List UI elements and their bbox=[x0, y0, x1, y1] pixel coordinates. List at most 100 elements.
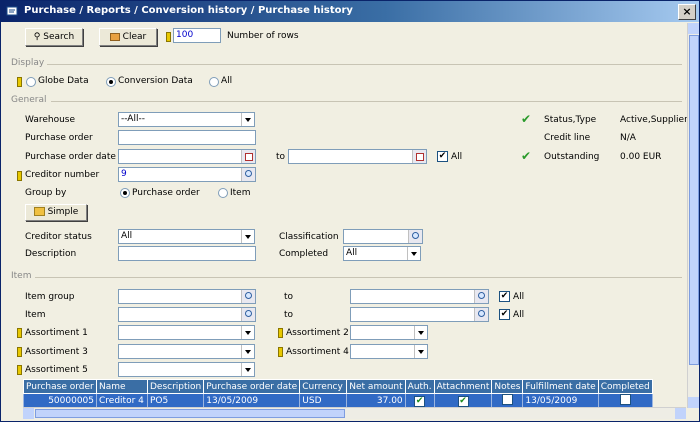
column-header[interactable]: Notes bbox=[491, 379, 524, 394]
radio-conversion-data[interactable] bbox=[106, 77, 116, 87]
po-date-all-checkbox[interactable]: ✔ bbox=[437, 151, 448, 162]
window-title: Purchase / Reports / Conversion history … bbox=[24, 5, 353, 16]
radio-all[interactable] bbox=[209, 77, 219, 87]
clear-button[interactable]: Clear bbox=[99, 28, 157, 46]
assortiment-3-label: Assortiment 3 bbox=[25, 347, 88, 357]
item-group-label: Item bbox=[11, 271, 32, 281]
description-input[interactable] bbox=[118, 246, 256, 261]
required-marker bbox=[166, 32, 171, 42]
required-marker bbox=[17, 328, 22, 338]
radio-group-purchase-order[interactable] bbox=[120, 188, 130, 198]
radio-group-item[interactable] bbox=[218, 188, 228, 198]
calendar-icon[interactable] bbox=[241, 150, 255, 163]
purchase-order-date-label: Purchase order date bbox=[25, 152, 116, 162]
warehouse-label: Warehouse bbox=[25, 115, 76, 125]
auth-checkbox[interactable]: ✔ bbox=[414, 395, 426, 407]
item-from-input[interactable] bbox=[118, 307, 256, 322]
required-marker bbox=[17, 77, 22, 87]
vertical-scrollbar[interactable] bbox=[687, 23, 699, 408]
column-header[interactable]: Currency bbox=[299, 379, 348, 394]
item-all-label: All bbox=[513, 310, 525, 320]
column-header[interactable]: Fulfillment date bbox=[522, 379, 599, 394]
po-date-from-input[interactable] bbox=[118, 149, 256, 164]
radio-all-label: All bbox=[221, 76, 233, 86]
chevron-down-icon bbox=[241, 345, 254, 358]
item-to-input[interactable] bbox=[350, 307, 489, 322]
classification-input[interactable] bbox=[343, 229, 423, 244]
column-header[interactable]: Completed bbox=[597, 379, 653, 394]
item-group-to-input[interactable] bbox=[350, 289, 489, 304]
column-header[interactable]: Auth. bbox=[404, 379, 435, 394]
search-icon[interactable] bbox=[408, 230, 422, 243]
display-group-label: Display bbox=[11, 58, 45, 68]
item-group-all-checkbox[interactable]: ✔ bbox=[499, 291, 510, 302]
required-marker bbox=[17, 171, 22, 181]
chevron-down-icon bbox=[241, 326, 254, 339]
horizontal-scrollbar[interactable] bbox=[23, 407, 686, 419]
column-header[interactable]: Net amount bbox=[346, 379, 406, 394]
credit-line-label: Credit line bbox=[544, 133, 591, 143]
search-icon[interactable] bbox=[474, 290, 488, 303]
search-icon[interactable] bbox=[474, 308, 488, 321]
column-header[interactable]: Purchase order date bbox=[203, 379, 301, 394]
status-type-value: Active,Supplier bbox=[620, 115, 688, 125]
notes-checkbox[interactable] bbox=[501, 394, 513, 405]
assortiment-3-select[interactable] bbox=[118, 344, 255, 359]
creditor-status-label: Creditor status bbox=[25, 232, 92, 242]
table-header-row: Purchase order Name Description Purchase… bbox=[23, 379, 653, 394]
assortiment-2-select[interactable] bbox=[350, 325, 428, 340]
checkmark-icon: ✔ bbox=[521, 149, 532, 163]
scroll-right-arrow[interactable] bbox=[675, 408, 686, 419]
general-group-label: General bbox=[11, 95, 47, 105]
to-label: to bbox=[276, 152, 286, 162]
to-label: to bbox=[284, 310, 294, 320]
item-group-field-label: Item group bbox=[25, 292, 75, 302]
divider bbox=[51, 101, 682, 102]
warehouse-select[interactable]: --All-- bbox=[118, 112, 255, 127]
to-label: to bbox=[284, 292, 294, 302]
search-icon[interactable] bbox=[241, 308, 255, 321]
scroll-down-arrow[interactable] bbox=[688, 397, 699, 408]
completed-select[interactable]: All bbox=[343, 246, 421, 261]
purchase-order-label: Purchase order bbox=[25, 133, 93, 143]
rows-label: Number of rows bbox=[227, 31, 299, 41]
creditor-number-label: Creditor number bbox=[25, 170, 100, 180]
column-header[interactable]: Attachment bbox=[433, 379, 493, 394]
scroll-up-arrow[interactable] bbox=[688, 23, 699, 34]
assortiment-1-select[interactable] bbox=[118, 325, 255, 340]
completed-checkbox[interactable] bbox=[619, 394, 631, 405]
scroll-thumb[interactable] bbox=[689, 35, 699, 365]
credit-line-value: N/A bbox=[620, 133, 636, 143]
item-group-from-input[interactable] bbox=[118, 289, 256, 304]
search-button[interactable]: ⚲ Search bbox=[25, 28, 83, 46]
chevron-down-icon bbox=[407, 247, 420, 260]
item-all-checkbox[interactable]: ✔ bbox=[499, 309, 510, 320]
po-date-to-input[interactable] bbox=[288, 149, 427, 164]
creditor-number-input[interactable]: 9 bbox=[118, 167, 256, 182]
calendar-icon[interactable] bbox=[412, 150, 426, 163]
rows-input[interactable]: 100 bbox=[173, 28, 221, 43]
close-button[interactable]: × bbox=[678, 4, 696, 20]
purchase-order-input[interactable] bbox=[118, 130, 256, 145]
po-date-all-label: All bbox=[451, 152, 463, 162]
search-icon[interactable] bbox=[241, 290, 255, 303]
title-bar: Purchase / Reports / Conversion history … bbox=[1, 1, 699, 22]
search-icon[interactable] bbox=[241, 168, 255, 181]
radio-group-item-label: Item bbox=[230, 188, 251, 198]
column-header[interactable]: Name bbox=[96, 379, 148, 394]
radio-globe-data[interactable] bbox=[26, 77, 36, 87]
group-by-label: Group by bbox=[25, 188, 67, 198]
attachment-checkbox[interactable]: ✔ bbox=[457, 395, 469, 407]
radio-group-purchase-order-label: Purchase order bbox=[132, 188, 200, 198]
assortiment-4-label: Assortiment 4 bbox=[286, 347, 349, 357]
radio-conversion-data-label: Conversion Data bbox=[118, 76, 193, 86]
column-header[interactable]: Purchase order bbox=[23, 379, 97, 394]
assortiment-4-select[interactable] bbox=[350, 344, 428, 359]
column-header[interactable]: Description bbox=[146, 379, 205, 394]
creditor-status-select[interactable]: All bbox=[118, 229, 255, 244]
scroll-left-arrow[interactable] bbox=[23, 408, 34, 419]
radio-globe-data-label: Globe Data bbox=[38, 76, 89, 86]
simple-button[interactable]: Simple bbox=[25, 204, 87, 221]
scroll-thumb[interactable] bbox=[35, 409, 345, 418]
assortiment-5-select[interactable] bbox=[118, 362, 255, 377]
